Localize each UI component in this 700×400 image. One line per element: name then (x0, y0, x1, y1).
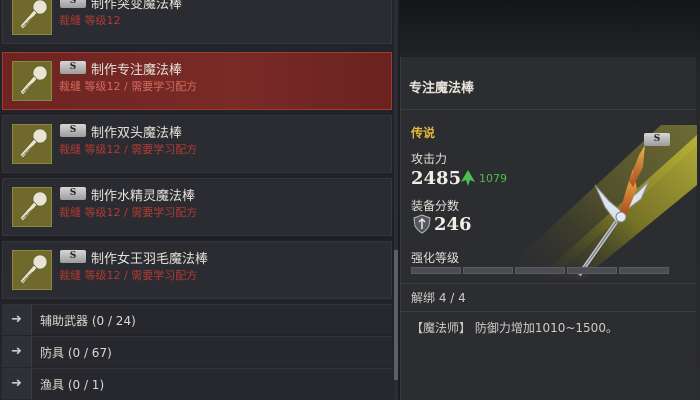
attack-increase: 1079 (479, 172, 507, 185)
category-row[interactable]: ➜ 辅助武器 (0 / 24) (2, 304, 392, 335)
enhance-segment (411, 267, 461, 274)
tier-badge: S (60, 61, 86, 74)
tier-badge: S (60, 124, 86, 137)
recipe-row[interactable]: S 制作专注魔法棒裁缝 等级12 / 需要学习配方 (2, 52, 392, 110)
attack-value: 2485 (411, 168, 462, 189)
gear-score-label: 装备分数 (411, 199, 460, 213)
divider (401, 311, 697, 312)
enhance-level-bar (411, 267, 671, 274)
scrollbar[interactable] (394, 0, 398, 400)
tier-badge: S (60, 187, 86, 200)
item-detail-card: 专注魔法棒 S 传说 攻击力 2485 1079 装备分数 246 强化等级 解… (400, 57, 697, 400)
recipe-row[interactable]: S 制作双头魔法棒裁缝 等级12 / 需要学习配方 (2, 115, 392, 173)
staff-material-icon (12, 250, 52, 290)
shield-icon (413, 214, 431, 234)
staff-material-icon (12, 61, 52, 101)
category-row[interactable]: ➜ 防具 (0 / 67) (2, 336, 392, 367)
scrollbar-thumb[interactable] (394, 250, 398, 380)
recipe-name: 制作女王羽毛魔法棒 (91, 252, 209, 267)
arrow-right-icon[interactable]: ➜ (2, 305, 32, 335)
recipe-row[interactable]: S 制作女王羽毛魔法棒裁缝 等级12 / 需要学习配方 (2, 241, 392, 299)
arrow-right-icon[interactable]: ➜ (2, 337, 32, 367)
category-label: 防具 (0 / 67) (40, 346, 112, 360)
enhance-segment (567, 267, 617, 274)
recipe-row[interactable]: S 制作突变魔法棒裁缝 等级12 (2, 0, 392, 44)
recipe-name: 制作突变魔法棒 (91, 0, 183, 12)
arrow-up-icon (461, 170, 475, 186)
enhance-segment (619, 267, 669, 274)
category-row[interactable]: ➜ 渔具 (0 / 1) (2, 368, 392, 399)
recipe-requirement: 裁缝 等级12 (59, 14, 121, 27)
enhance-segment (463, 267, 513, 274)
category-label: 渔具 (0 / 1) (40, 378, 105, 392)
recipe-name: 制作水精灵魔法棒 (91, 189, 196, 204)
staff-material-icon (12, 124, 52, 164)
item-grade: 传说 (411, 126, 436, 140)
tier-badge: S (60, 0, 86, 8)
staff-material-icon (12, 0, 52, 35)
attack-label: 攻击力 (411, 152, 448, 166)
recipe-requirement: 裁缝 等级12 / 需要学习配方 (59, 269, 198, 282)
gear-score-value: 246 (434, 214, 472, 235)
magic-staff-icon (521, 115, 697, 280)
staff-material-icon (12, 187, 52, 227)
divider (401, 283, 697, 284)
recipe-row[interactable]: S 制作水精灵魔法棒裁缝 等级12 / 需要学习配方 (2, 178, 392, 236)
recipe-name: 制作双头魔法棒 (91, 126, 183, 141)
recipe-requirement: 裁缝 等级12 / 需要学习配方 (59, 143, 198, 156)
item-title: 专注魔法棒 (409, 81, 475, 96)
item-detail-panel: 专注魔法棒 S 传说 攻击力 2485 1079 装备分数 246 强化等级 解… (400, 0, 700, 400)
unbind-count: 解绑 4 / 4 (411, 291, 466, 305)
item-effect-text: 【魔法师】 防御力增加1010~1500。 (411, 321, 618, 335)
recipe-requirement: 裁缝 等级12 / 需要学习配方 (59, 206, 198, 219)
divider (401, 109, 697, 110)
enhance-level-label: 强化等级 (411, 251, 460, 265)
recipe-requirement: 裁缝 等级12 / 需要学习配方 (59, 80, 198, 93)
recipe-list-panel: S 制作突变魔法棒 裁缝 等级12 S 制作专注魔法棒 裁缝 等级12 / 需要学习配方 S… (0, 0, 398, 400)
tier-badge: S (60, 250, 86, 263)
arrow-right-icon[interactable]: ➜ (2, 369, 32, 399)
recipe-name: 制作专注魔法棒 (91, 63, 183, 78)
tier-badge: S (644, 133, 670, 146)
enhance-segment (515, 267, 565, 274)
category-label: 辅助武器 (0 / 24) (40, 314, 136, 328)
